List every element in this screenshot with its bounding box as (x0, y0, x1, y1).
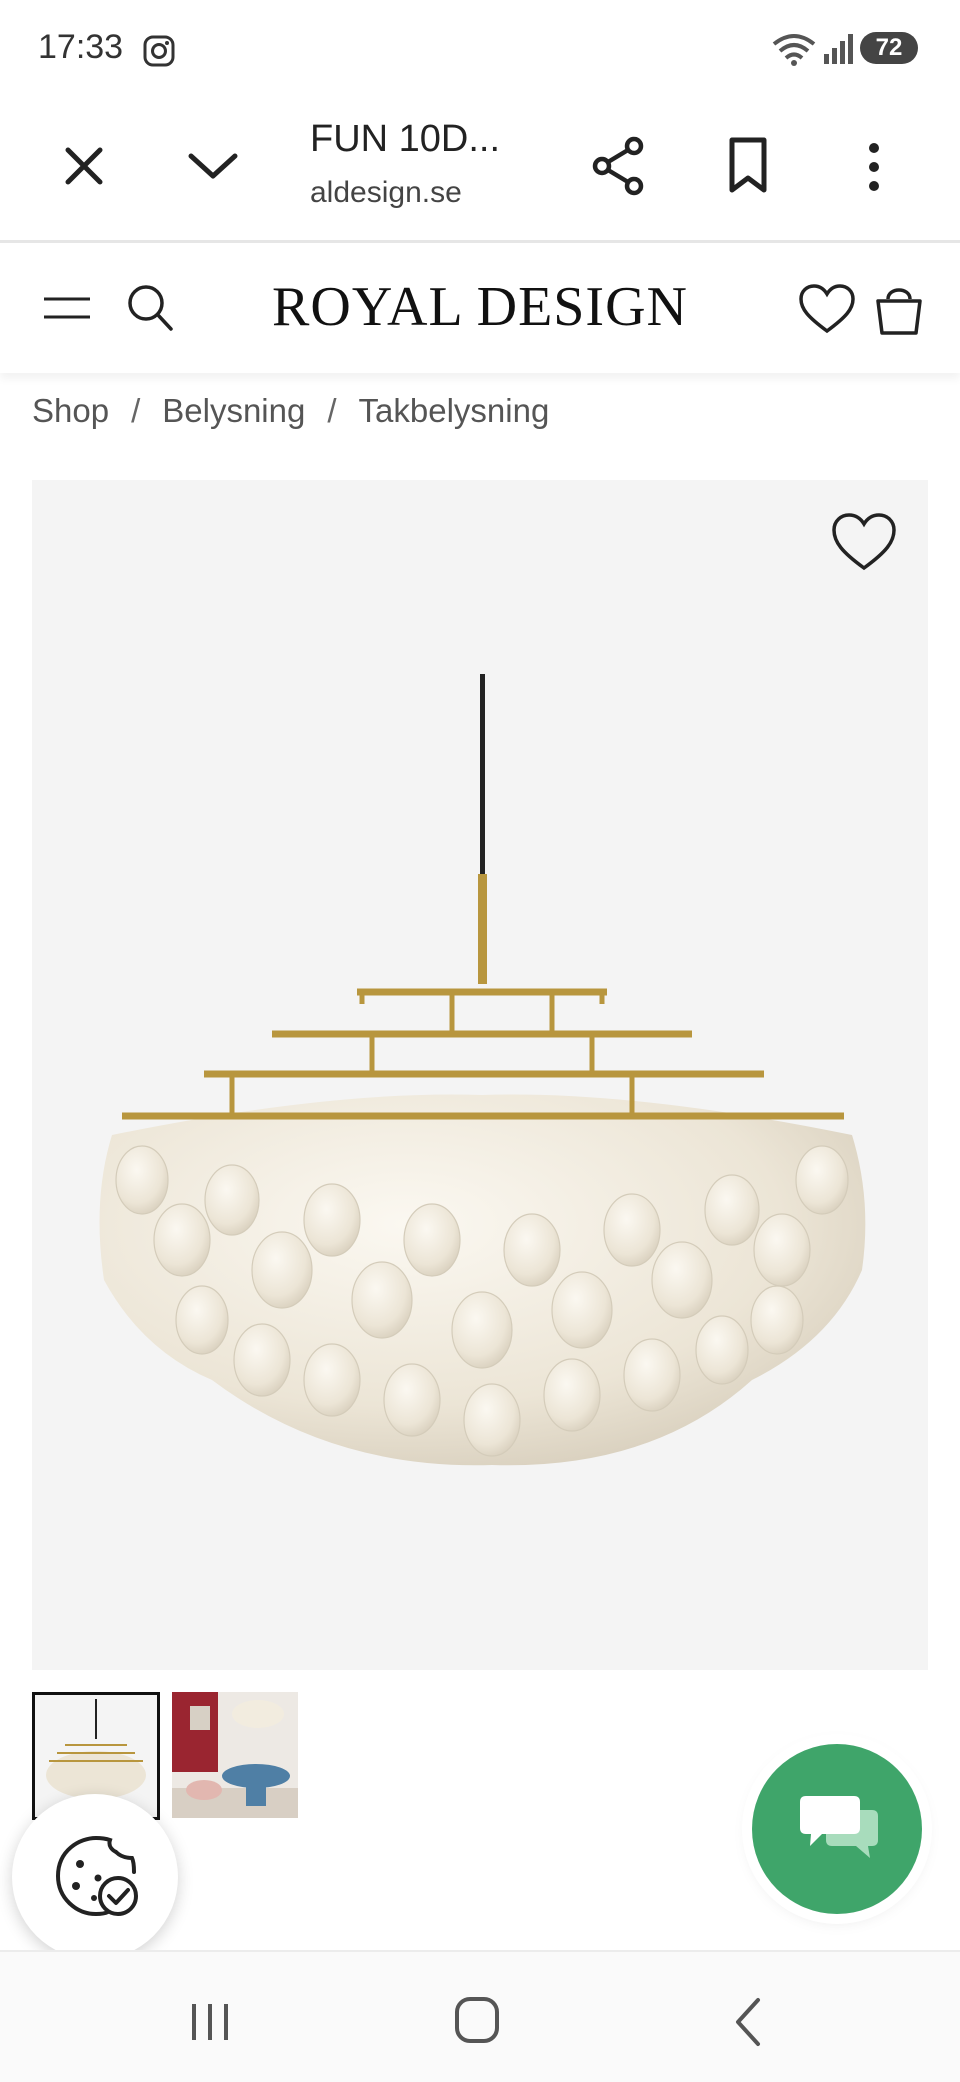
status-bar: 17:33 72 (0, 0, 960, 100)
status-time: 17:33 (38, 28, 124, 66)
chat-bubbles-icon (800, 1796, 878, 1858)
back-icon[interactable] (732, 1996, 764, 2048)
wifi-icon (772, 34, 816, 66)
browser-toolbar: FUN 10D... aldesign.se (0, 100, 960, 243)
system-navigation-bar (0, 1950, 960, 2082)
share-icon[interactable] (590, 136, 646, 196)
breadcrumb-shop[interactable]: Shop (32, 392, 109, 430)
page-title: FUN 10D... (310, 118, 501, 160)
interior-thumbnail-image (172, 1692, 298, 1818)
cookie-settings-button[interactable] (12, 1794, 178, 1960)
close-icon[interactable] (62, 144, 106, 188)
bookmark-icon[interactable] (726, 136, 770, 196)
cart-bag-icon[interactable] (874, 279, 924, 337)
page-url[interactable]: aldesign.se (310, 176, 462, 210)
chat-button[interactable] (752, 1744, 922, 1914)
breadcrumb-belysning[interactable]: Belysning (162, 392, 305, 430)
recent-apps-icon[interactable] (186, 2000, 234, 2044)
product-image-gallery[interactable] (32, 480, 928, 1670)
battery-level: 72 (875, 34, 903, 61)
breadcrumb-takbelysning[interactable]: Takbelysning (359, 392, 550, 430)
thumbnail-interior-image[interactable] (172, 1692, 298, 1818)
home-icon[interactable] (454, 1996, 500, 2044)
breadcrumb-separator: / (131, 392, 141, 429)
breadcrumb: Shop / Belysning / Takbelysning (32, 392, 549, 430)
signal-icon (824, 34, 853, 64)
cookie-icon (55, 1836, 138, 1917)
chevron-down-icon[interactable] (186, 148, 240, 184)
more-options-icon[interactable] (862, 140, 886, 194)
instagram-icon (143, 35, 175, 67)
wishlist-heart-icon[interactable] (798, 283, 856, 335)
battery-indicator: 72 (860, 32, 918, 64)
chandelier-product-image (99, 674, 866, 1466)
site-header: ROYAL DESIGN (0, 243, 960, 373)
breadcrumb-separator: / (327, 392, 337, 429)
